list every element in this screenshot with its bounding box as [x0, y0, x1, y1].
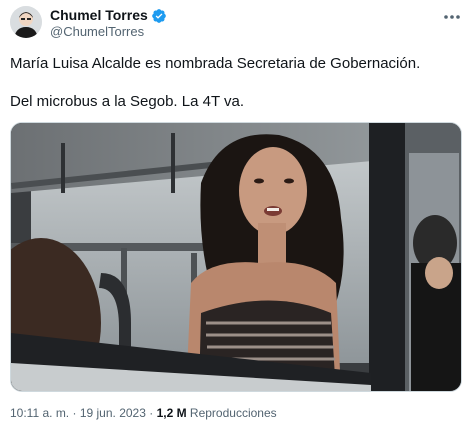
author-row: Chumel Torres	[50, 7, 167, 24]
tweet-card: Chumel Torres @ChumelTorres María Luisa …	[0, 0, 474, 424]
more-options-icon[interactable]	[442, 10, 462, 24]
verified-badge-icon	[151, 8, 167, 24]
tweet-time[interactable]: 10:11 a. m.	[10, 406, 69, 420]
tweet-date[interactable]: 19 jun. 2023	[80, 406, 146, 420]
tweet-text-line-1: María Luisa Alcalde es nombrada Secretar…	[10, 55, 421, 72]
views-count: 1,2 M	[156, 406, 187, 420]
author-handle[interactable]: @ChumelTorres	[50, 24, 144, 40]
tweet-meta: 10:11 a. m. · 19 jun. 2023 · 1,2 M Repro…	[10, 406, 277, 421]
avatar[interactable]	[10, 6, 42, 38]
views-label: Reproducciones	[189, 406, 277, 420]
meta-separator: ·	[145, 406, 157, 420]
meta-separator: ·	[69, 406, 80, 420]
tweet-photo[interactable]	[10, 122, 462, 392]
author-display-name[interactable]: Chumel Torres	[50, 7, 148, 24]
tweet-text-line-2: Del microbus a la Segob. La 4T va.	[10, 93, 245, 110]
